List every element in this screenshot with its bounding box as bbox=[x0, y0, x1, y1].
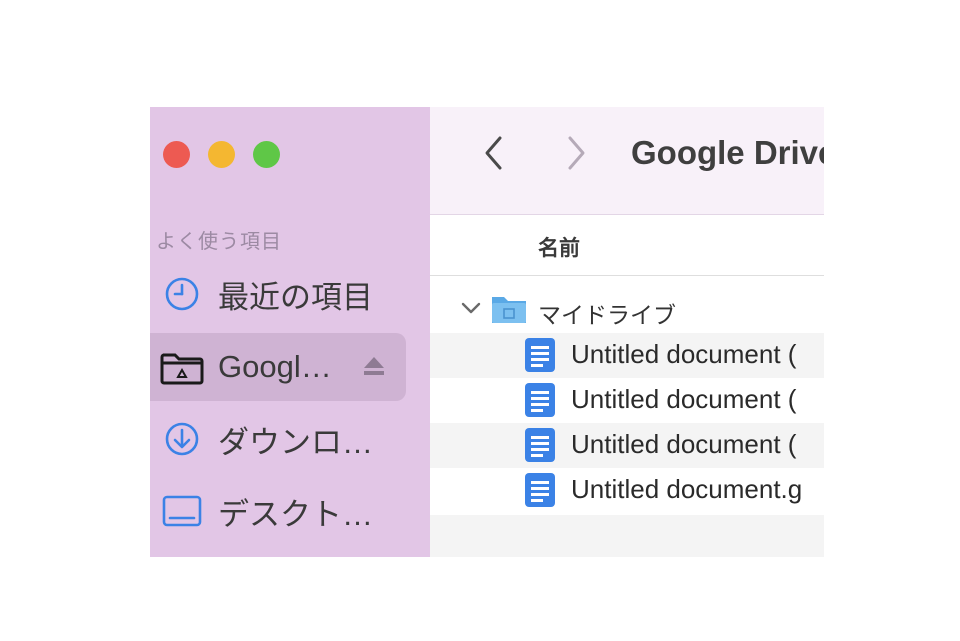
google-doc-icon bbox=[523, 472, 557, 513]
list-item-file[interactable]: Untitled document.g bbox=[430, 468, 824, 513]
chevron-right-icon bbox=[565, 135, 587, 176]
google-doc-icon bbox=[523, 337, 557, 378]
google-doc-icon bbox=[523, 382, 557, 423]
sidebar-item-label: デスクト… bbox=[218, 496, 373, 532]
column-header: 名前 bbox=[430, 215, 824, 276]
file-label: Untitled document ( bbox=[571, 384, 797, 414]
eject-icon[interactable] bbox=[362, 355, 386, 382]
sidebar-item-recents[interactable]: 最近の項目 bbox=[150, 260, 406, 328]
sidebar-item-google-drive[interactable]: Googl… bbox=[150, 333, 406, 401]
sidebar-section-favorites: よく使う項目 bbox=[156, 231, 282, 253]
sidebar: よく使う項目 最近の項目 Googl… ダウンロ… デスクト… bbox=[150, 107, 430, 557]
sidebar-item-desktop[interactable]: デスクト… bbox=[150, 477, 406, 545]
list-item-file[interactable]: Untitled document ( bbox=[430, 423, 824, 468]
traffic-lights bbox=[163, 141, 280, 168]
file-label: Untitled document.g bbox=[571, 474, 803, 504]
window-title: Google Drive bbox=[631, 134, 824, 171]
chevron-down-icon[interactable] bbox=[460, 300, 482, 321]
google-doc-icon bbox=[523, 427, 557, 468]
folder-label: マイドライブ bbox=[538, 302, 676, 328]
clock-icon bbox=[160, 272, 204, 316]
file-list: マイドライブ Untitled document (Untitled docu… bbox=[430, 288, 824, 513]
list-item-file[interactable]: Untitled document ( bbox=[430, 333, 824, 378]
zoom-button[interactable] bbox=[253, 141, 280, 168]
main-content: Google Drive 名前 マイドライブ Untitled document… bbox=[430, 107, 824, 557]
download-icon bbox=[160, 417, 204, 461]
close-button[interactable] bbox=[163, 141, 190, 168]
file-label: Untitled document ( bbox=[571, 429, 797, 459]
sidebar-item-label: ダウンロ… bbox=[218, 424, 373, 460]
sidebar-item-downloads[interactable]: ダウンロ… bbox=[150, 405, 406, 473]
back-button[interactable] bbox=[474, 135, 514, 175]
minimize-button[interactable] bbox=[208, 141, 235, 168]
drive-folder-icon bbox=[160, 345, 204, 389]
desktop-icon bbox=[160, 489, 204, 533]
empty-list-row bbox=[430, 515, 824, 557]
forward-button[interactable] bbox=[556, 135, 596, 175]
list-item-file[interactable]: Untitled document ( bbox=[430, 378, 824, 423]
file-label: Untitled document ( bbox=[571, 339, 797, 369]
sidebar-item-label: Googl… bbox=[218, 349, 332, 384]
chevron-left-icon bbox=[483, 135, 505, 176]
toolbar: Google Drive bbox=[430, 107, 824, 215]
list-item-folder[interactable]: マイドライブ bbox=[430, 288, 824, 333]
column-header-name[interactable]: 名前 bbox=[538, 232, 580, 262]
finder-window: よく使う項目 最近の項目 Googl… ダウンロ… デスクト… Google D… bbox=[150, 107, 824, 557]
folder-icon bbox=[490, 292, 528, 331]
sidebar-item-label: 最近の項目 bbox=[218, 279, 373, 315]
